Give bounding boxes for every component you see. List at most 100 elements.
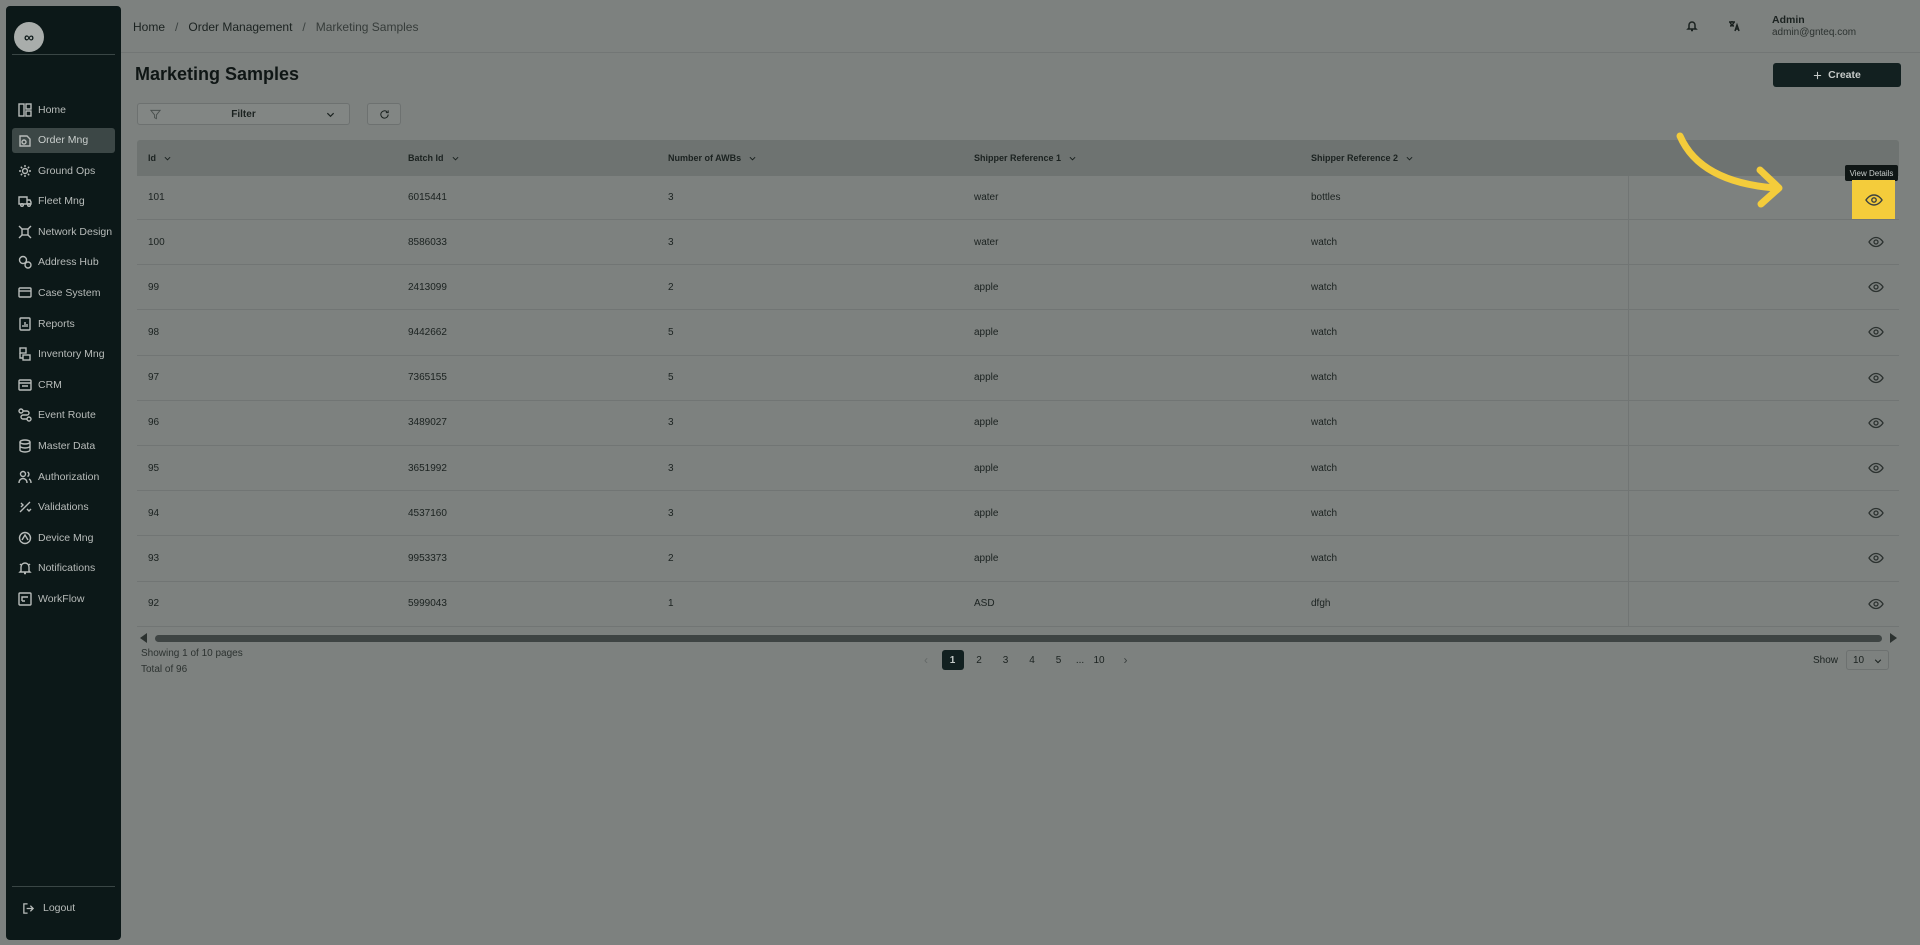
sidebar-item-notifications[interactable]: Notifications — [12, 556, 115, 581]
pagination-ellipsis: ... — [1075, 654, 1085, 666]
table-row[interactable]: 99 2413099 2 apple watch — [137, 265, 1899, 311]
logo-icon[interactable]: ∞ — [14, 22, 44, 52]
sidebar-item-order-mng[interactable]: Order Mng — [12, 127, 115, 153]
table-row[interactable]: 98 9442662 5 apple watch — [137, 310, 1899, 356]
table-cell: 97 — [148, 372, 160, 384]
highlighted-view-details-button[interactable] — [1852, 180, 1895, 219]
filter-dropdown[interactable]: Filter — [137, 103, 350, 125]
sidebar-item-crm[interactable]: CRM — [12, 372, 115, 397]
sidebar-item-label: Authorization — [38, 470, 100, 483]
sidebar-item-label: Event Route — [38, 409, 96, 422]
total-count: Total of 96 — [141, 664, 188, 675]
sidebar-item-address-hub[interactable]: Address Hub — [12, 250, 115, 275]
view-details-button[interactable] — [1868, 281, 1884, 293]
create-button-label: Create — [1828, 69, 1861, 81]
view-details-button[interactable] — [1868, 598, 1884, 610]
scroll-right-icon[interactable] — [1890, 633, 1897, 643]
table-row[interactable]: 101 6015441 3 water bottles — [137, 176, 1899, 220]
sidebar-item-device-mng[interactable]: Device Mng — [12, 525, 115, 550]
table-cell: 100 — [148, 236, 165, 248]
table-cell: 7365155 — [408, 372, 447, 384]
scroll-left-icon[interactable] — [140, 633, 147, 643]
page-size-select[interactable]: 10 — [1846, 650, 1889, 670]
sidebar-item-authorization[interactable]: Authorization — [12, 464, 115, 489]
next-page-icon[interactable]: › — [1115, 650, 1137, 670]
create-button[interactable]: Create — [1773, 63, 1901, 87]
view-details-button[interactable] — [1868, 552, 1884, 564]
sidebar-item-network-design[interactable]: Network Design — [12, 219, 115, 244]
table-cell: watch — [1311, 507, 1338, 519]
table-row[interactable]: 96 3489027 3 apple watch — [137, 400, 1899, 446]
filter-label: Filter — [231, 108, 256, 120]
table-row[interactable]: 93 9953373 2 apple watch — [137, 536, 1899, 582]
column-header-shipper-reference-1[interactable]: Shipper Reference 1 — [963, 153, 1300, 163]
table-row[interactable]: 94 4537160 3 apple watch — [137, 491, 1899, 537]
sidebar-item-master-data[interactable]: Master Data — [12, 434, 115, 459]
table-body: 101 6015441 3 water bottles 100 8586033 3 water w… — [137, 176, 1899, 627]
user-email: admin@gnteq.com — [1772, 27, 1857, 38]
column-header-number-of-awbs[interactable]: Number of AWBs — [657, 153, 963, 163]
sidebar-item-ground-ops[interactable]: Ground Ops — [12, 158, 115, 183]
view-details-button[interactable] — [1868, 326, 1884, 338]
sidebar-item-inventory-mng[interactable]: Inventory Mng — [12, 342, 115, 367]
sidebar-item-case-system[interactable]: Case System — [12, 281, 115, 306]
sidebar-nav: Home Order Mng Ground Ops Fleet Mng Network … — [12, 97, 115, 617]
sort-down-icon[interactable] — [452, 155, 459, 162]
table-cell: 9953373 — [408, 552, 447, 564]
view-details-button[interactable] — [1868, 462, 1884, 474]
user-menu[interactable]: Admin admin@gnteq.com — [1752, 10, 1892, 42]
table-row[interactable]: 97 7365155 5 apple watch — [137, 355, 1899, 401]
sidebar-item-event-route[interactable]: Event Route — [12, 403, 115, 428]
page-button[interactable]: 10 — [1088, 650, 1110, 670]
table-cell: 3651992 — [408, 462, 447, 474]
sidebar-item-label: Home — [38, 103, 67, 116]
horizontal-scrollbar[interactable] — [140, 633, 1897, 643]
view-details-button[interactable] — [1868, 372, 1884, 384]
column-header-shipper-reference-2[interactable]: Shipper Reference 2 — [1300, 153, 1628, 163]
table-cell: 94 — [148, 507, 160, 519]
prev-page-icon[interactable]: ‹ — [915, 650, 937, 670]
actions-cell — [1628, 310, 1899, 355]
page-button[interactable]: 2 — [968, 650, 990, 670]
table-row[interactable]: 100 8586033 3 water watch — [137, 220, 1899, 266]
table-row[interactable]: 92 5999043 1 ASD dfgh — [137, 581, 1899, 627]
sidebar-item-home[interactable]: Home — [12, 97, 115, 122]
page-button[interactable]: 4 — [1021, 650, 1043, 670]
table-cell: 3 — [668, 236, 674, 248]
sort-down-icon[interactable] — [749, 155, 756, 162]
view-details-button[interactable] — [1868, 417, 1884, 429]
actions-cell — [1628, 220, 1899, 265]
sidebar-item-validations[interactable]: Validations — [12, 495, 115, 520]
logout-button[interactable]: Logout — [12, 896, 115, 920]
table-row[interactable]: 95 3651992 3 apple watch — [137, 445, 1899, 492]
table-cell: apple — [974, 326, 999, 338]
sidebar-item-fleet-mng[interactable]: Fleet Mng — [12, 189, 115, 214]
database-icon — [19, 439, 31, 453]
column-header-id[interactable]: Id — [137, 153, 397, 163]
notifications-button[interactable] — [1678, 12, 1706, 40]
page-button[interactable]: 3 — [995, 650, 1017, 670]
translate-icon — [1729, 21, 1740, 32]
table-cell: 1 — [668, 598, 674, 610]
sidebar-item-workflow[interactable]: WorkFlow — [12, 587, 115, 612]
table-cell: watch — [1311, 462, 1338, 474]
sort-down-icon[interactable] — [1069, 155, 1076, 162]
breadcrumb-home[interactable]: Home — [133, 20, 165, 34]
sidebar-item-label: Network Design — [38, 225, 113, 238]
annotation-arrow-icon — [1676, 132, 1783, 208]
table-cell: watch — [1311, 236, 1338, 248]
view-details-button[interactable] — [1868, 236, 1884, 248]
sort-down-icon[interactable] — [164, 155, 171, 162]
language-button[interactable] — [1720, 12, 1748, 40]
view-details-button[interactable] — [1868, 507, 1884, 519]
page-button[interactable]: 5 — [1048, 650, 1070, 670]
breadcrumb-order-management[interactable]: Order Management — [188, 20, 292, 34]
sidebar-item-reports[interactable]: Reports — [12, 311, 115, 336]
table-cell: 98 — [148, 326, 160, 338]
refresh-button[interactable] — [367, 103, 401, 125]
sort-down-icon[interactable] — [1406, 155, 1413, 162]
scroll-thumb[interactable] — [155, 635, 1882, 642]
column-header-batch-id[interactable]: Batch Id — [397, 153, 657, 163]
table-cell: watch — [1311, 326, 1338, 338]
page-button[interactable]: 1 — [941, 650, 964, 670]
